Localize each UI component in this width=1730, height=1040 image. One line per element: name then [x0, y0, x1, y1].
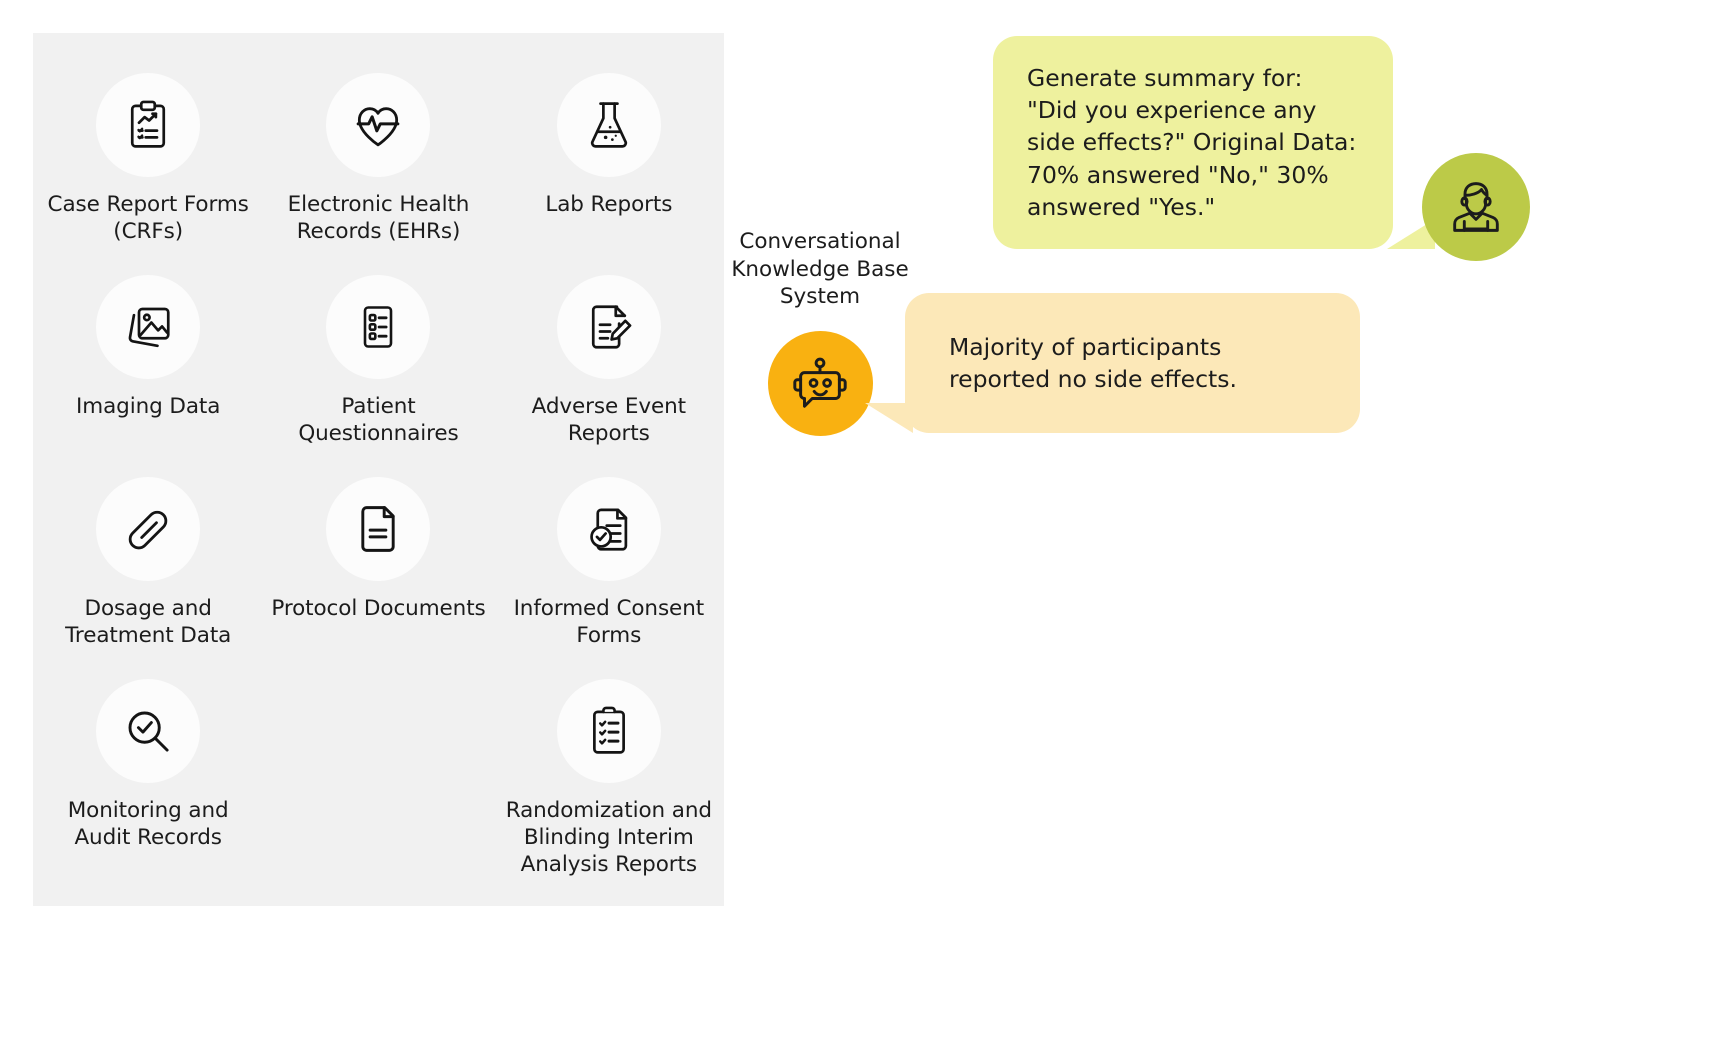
- data-source-item-informed-consent-forms[interactable]: Informed Consent Forms: [494, 477, 724, 679]
- clipboard-checklist-icon: [556, 679, 661, 783]
- data-source-label: Protocol Documents: [271, 596, 486, 621]
- data-source-item-patient-questionnaires[interactable]: Patient Questionnaires: [263, 275, 493, 477]
- system-message-text: Majority of participants reported no sid…: [949, 333, 1237, 394]
- diagram-root: Case Report Forms (CRFs) Electronic Heal…: [0, 0, 1730, 1040]
- data-source-item-lab-reports[interactable]: Lab Reports: [494, 73, 724, 275]
- data-source-label: Lab Reports: [545, 192, 673, 217]
- document-check-icon: [556, 477, 661, 581]
- data-source-item-randomization-and-blinding-interim-analysis-reports[interactable]: Randomization and Blinding Interim Analy…: [494, 679, 724, 881]
- data-source-label: Electronic Health Records (EHRs): [287, 192, 470, 245]
- photo-stack-icon: [96, 275, 201, 379]
- user-message-bubble: Generate summary for: "Did you experienc…: [993, 36, 1435, 249]
- data-source-label: Dosage and Treatment Data: [65, 596, 232, 649]
- clinical-data-sources-panel: Case Report Forms (CRFs) Electronic Heal…: [33, 33, 724, 906]
- clipboard-chart-icon: [96, 73, 201, 177]
- document-lines-icon: [326, 477, 431, 581]
- data-source-label: Patient Questionnaires: [298, 394, 459, 447]
- data-source-label: Adverse Event Reports: [531, 394, 686, 447]
- document-pencil-icon: [556, 275, 661, 379]
- checklist-form-icon: [326, 275, 431, 379]
- user-message-text: Generate summary for: "Did you experienc…: [1027, 64, 1357, 221]
- data-source-label: Case Report Forms (CRFs): [47, 192, 249, 245]
- bubble-tail: [865, 403, 913, 434]
- flask-icon: [556, 73, 661, 177]
- data-source-item-imaging-data[interactable]: Imaging Data: [33, 275, 263, 477]
- system-node-label: Conversational Knowledge Base System: [731, 229, 909, 310]
- data-source-label: Informed Consent Forms: [513, 596, 705, 649]
- data-source-item-protocol-documents[interactable]: Protocol Documents: [263, 477, 493, 679]
- person-avatar-icon: [1422, 153, 1530, 261]
- data-source-grid: Case Report Forms (CRFs) Electronic Heal…: [33, 73, 724, 881]
- data-source-item-monitoring-and-audit-records[interactable]: Monitoring and Audit Records: [33, 679, 263, 881]
- robot-chat-icon: [767, 330, 873, 436]
- data-source-item-electronic-health-records[interactable]: Electronic Health Records (EHRs): [263, 73, 493, 275]
- data-source-item-adverse-event-reports[interactable]: Adverse Event Reports: [494, 275, 724, 477]
- data-source-item-case-report-forms[interactable]: Case Report Forms (CRFs): [33, 73, 263, 275]
- heart-pulse-icon: [326, 73, 431, 177]
- magnifier-check-icon: [96, 679, 201, 783]
- data-source-label: Randomization and Blinding Interim Analy…: [505, 798, 712, 878]
- system-message-bubble: Majority of participants reported no sid…: [865, 293, 1360, 434]
- pill-capsule-icon: [96, 477, 201, 581]
- data-source-label: Monitoring and Audit Records: [67, 798, 229, 851]
- data-source-item-dosage-and-treatment-data[interactable]: Dosage and Treatment Data: [33, 477, 263, 679]
- data-source-label: Imaging Data: [76, 394, 221, 419]
